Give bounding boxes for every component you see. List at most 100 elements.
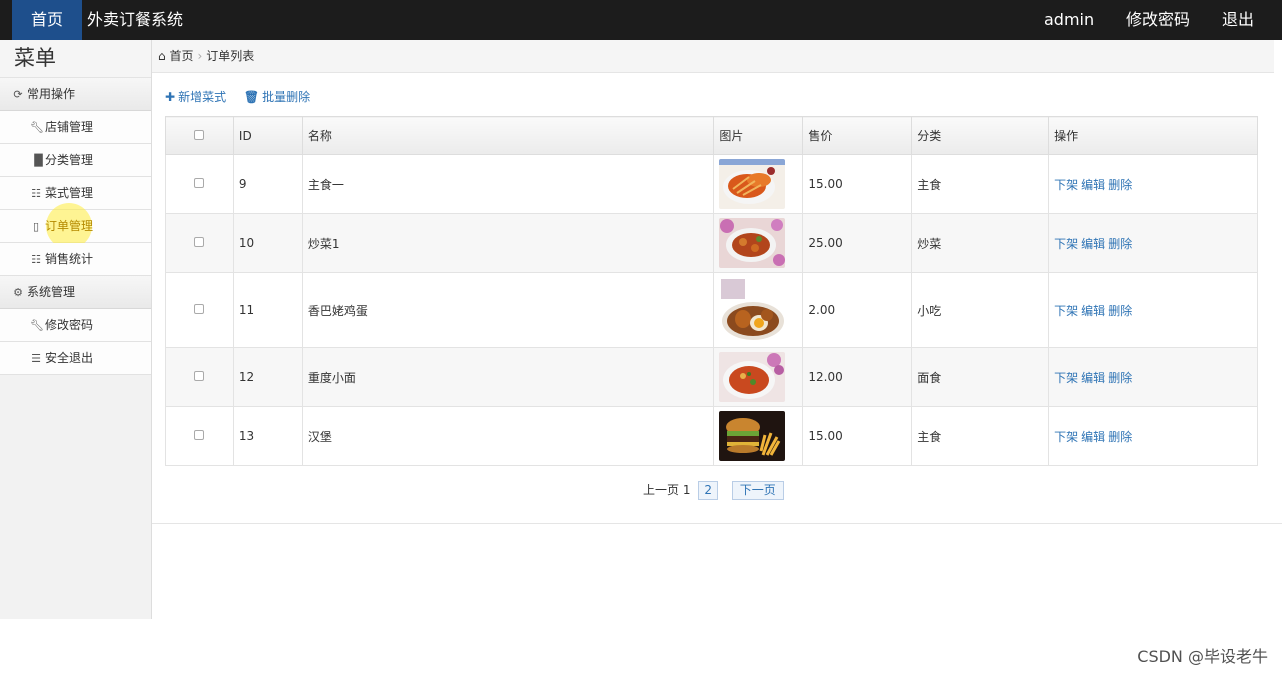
batch-delete-label: 批量删除 <box>262 90 311 104</box>
list-icon: ☷ <box>31 253 41 266</box>
breadcrumb-current: 订单列表 <box>206 49 255 63</box>
next-page-button[interactable]: 下一页 <box>731 481 784 500</box>
cell-image <box>713 347 804 407</box>
cell-actions: 下架 编辑 删除 <box>1048 213 1258 273</box>
cell-id: 9 <box>232 154 303 214</box>
batch-delete-button[interactable]: 🗑︎ 批量删除 <box>244 90 310 104</box>
breadcrumb-home-link[interactable]: 首页 <box>169 49 193 63</box>
page-2-button[interactable]: 2 <box>698 481 718 500</box>
cell-actions: 下架 编辑 删除 <box>1048 154 1258 214</box>
select-all-checkbox[interactable] <box>194 129 205 140</box>
unlist-link[interactable]: 下架 <box>1054 237 1078 251</box>
pagination: 上一页 1 2 下一页 <box>643 480 784 500</box>
wrench-icon: 🔧︎ <box>30 121 44 134</box>
sidebar: 菜单 ⟳ 常用操作 🔧︎店铺管理 ▐▌分类管理 ☷ 菜式管理 ▯ 订单管理 ☷ 销售统计… <box>0 40 152 619</box>
cell-id: 11 <box>232 272 303 348</box>
unlist-link[interactable]: 下架 <box>1054 178 1078 192</box>
change-password-link[interactable]: 修改密码 <box>1126 0 1190 40</box>
sidebar-item-label: 菜式管理 <box>45 186 94 200</box>
app-title: 外卖订餐系统 <box>87 10 184 29</box>
cell-price: 2.00 <box>802 272 913 348</box>
row-checkbox-cell <box>165 272 234 348</box>
column-header-category: 分类 <box>911 116 1050 155</box>
chevron-right-icon: › <box>197 49 203 63</box>
cell-id: 10 <box>232 213 303 273</box>
sidebar-item-label: 分类管理 <box>45 153 94 167</box>
cell-category: 主食 <box>911 154 1050 214</box>
cell-name: 香巴姥鸡蛋 <box>301 272 715 348</box>
cell-actions: 下架 编辑 删除 <box>1048 406 1258 466</box>
menu-title: 菜单 <box>0 40 151 78</box>
sidebar-item-label: 订单管理 <box>45 219 94 233</box>
edit-link[interactable]: 编辑 <box>1081 430 1105 444</box>
delete-link[interactable]: 删除 <box>1108 430 1132 444</box>
sidebar-item-change-password[interactable]: 🔧︎修改密码 <box>0 309 151 342</box>
sidebar-item-safe-logout[interactable]: ☰ 安全退出 <box>0 342 151 375</box>
sidebar-group-common[interactable]: ⟳ 常用操作 <box>0 78 151 111</box>
cell-category: 主食 <box>911 406 1050 466</box>
gear-icon: ⚙ <box>13 286 23 299</box>
cell-price: 15.00 <box>802 154 913 214</box>
row-checkbox[interactable] <box>194 178 205 188</box>
user-name-link[interactable]: admin <box>1044 0 1094 40</box>
cell-price: 15.00 <box>802 406 913 466</box>
sidebar-item-label: 安全退出 <box>45 351 94 365</box>
cell-category: 面食 <box>911 347 1050 407</box>
delete-link[interactable]: 删除 <box>1108 371 1132 385</box>
column-header-actions: 操作 <box>1048 116 1258 155</box>
sidebar-item-label: 销售统计 <box>45 252 94 266</box>
sidebar-item-shop[interactable]: 🔧︎店铺管理 <box>0 111 151 144</box>
trash-icon: 🗑︎ <box>243 90 260 104</box>
edit-link[interactable]: 编辑 <box>1081 304 1105 318</box>
table-row: 13 汉堡 15.00 主食 下架 编辑 删除 <box>165 406 1258 466</box>
cell-image <box>713 406 804 466</box>
menu-icon: ☰ <box>31 352 41 365</box>
logout-link[interactable]: 退出 <box>1222 0 1254 40</box>
delete-link[interactable]: 删除 <box>1108 304 1132 318</box>
delete-link[interactable]: 删除 <box>1108 178 1132 192</box>
braised-egg-photo <box>719 277 786 343</box>
file-icon: ▯ <box>32 220 40 233</box>
books-icon: ▐▌ <box>30 154 47 167</box>
edit-link[interactable]: 编辑 <box>1081 371 1105 385</box>
column-header-id: ID <box>232 116 303 155</box>
cell-image <box>713 154 804 214</box>
row-checkbox-cell <box>165 347 234 407</box>
sidebar-group-system[interactable]: ⚙ 系统管理 <box>0 276 151 309</box>
list-icon: ☷ <box>31 187 41 200</box>
row-checkbox-cell <box>165 154 234 214</box>
prev-page-link[interactable]: 上一页 <box>643 483 679 497</box>
sidebar-group-label: 常用操作 <box>27 87 76 101</box>
edit-link[interactable]: 编辑 <box>1081 237 1105 251</box>
sidebar-item-label: 修改密码 <box>45 318 94 332</box>
delete-link[interactable]: 删除 <box>1108 237 1132 251</box>
row-checkbox[interactable] <box>194 430 205 440</box>
cell-image <box>713 272 804 348</box>
select-all-cell <box>165 116 234 155</box>
current-page: 1 <box>682 483 691 497</box>
add-dish-button[interactable]: ✚ 新增菜式 <box>165 90 226 104</box>
stir-fry-photo <box>719 218 786 268</box>
cell-name: 重度小面 <box>301 347 715 407</box>
cell-id: 13 <box>232 406 303 466</box>
sidebar-item-category[interactable]: ▐▌分类管理 <box>0 144 151 177</box>
sidebar-item-sales[interactable]: ☷ 销售统计 <box>0 243 151 276</box>
column-header-name: 名称 <box>301 116 715 155</box>
home-tab[interactable]: 首页 <box>12 0 82 40</box>
row-checkbox-cell <box>165 406 234 466</box>
watermark: CSDN @毕设老牛 <box>1137 647 1268 666</box>
unlist-link[interactable]: 下架 <box>1054 430 1078 444</box>
column-header-price: 售价 <box>802 116 913 155</box>
sidebar-item-orders[interactable]: ▯ 订单管理 <box>0 203 151 249</box>
row-checkbox[interactable] <box>194 304 205 314</box>
edit-link[interactable]: 编辑 <box>1081 178 1105 192</box>
add-dish-label: 新增菜式 <box>178 90 227 104</box>
row-checkbox[interactable] <box>194 371 205 381</box>
sidebar-item-label: 店铺管理 <box>45 120 94 134</box>
toolbar: ✚ 新增菜式 🗑︎ 批量删除 <box>165 88 324 106</box>
row-checkbox[interactable] <box>194 237 205 247</box>
unlist-link[interactable]: 下架 <box>1054 304 1078 318</box>
plus-icon: ✚ <box>165 90 176 104</box>
unlist-link[interactable]: 下架 <box>1054 371 1078 385</box>
wrench-icon: 🔧︎ <box>30 319 44 332</box>
